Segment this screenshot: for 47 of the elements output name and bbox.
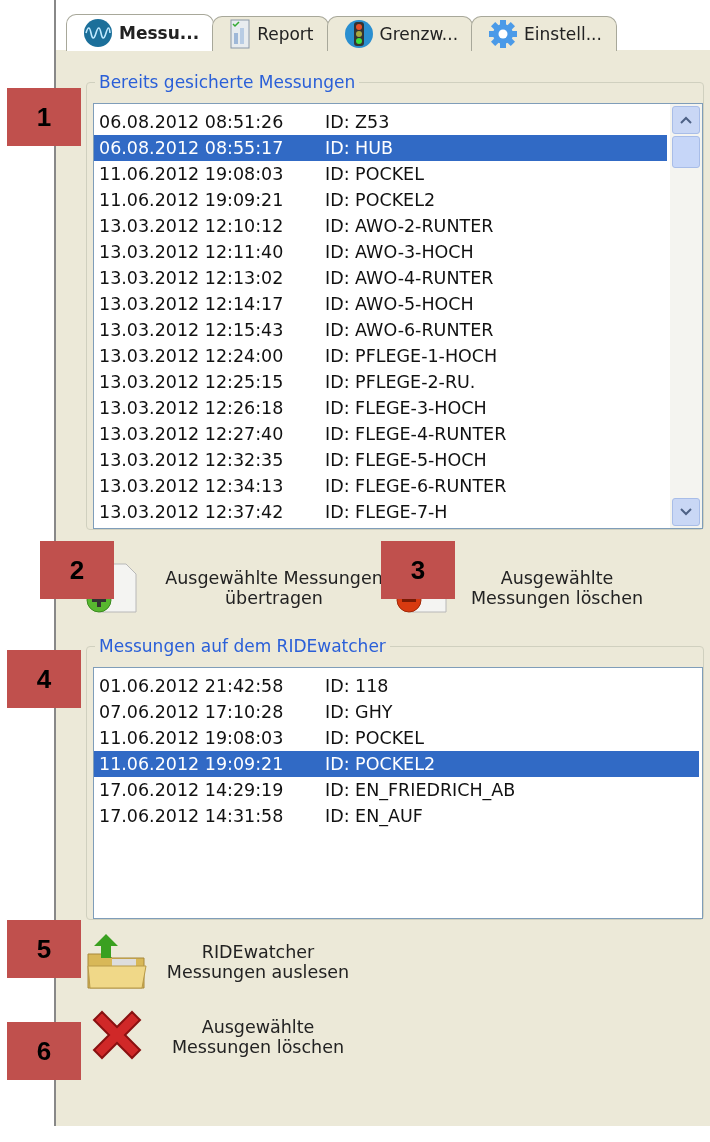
list-item[interactable]: 13.03.2012 12:25:15 ID: PFLEGE-2-RU. <box>94 369 667 395</box>
list-item[interactable]: 13.03.2012 12:34:13 ID: FLEGE-6-RUNTER <box>94 473 667 499</box>
chevron-down-icon <box>680 508 692 516</box>
scrollbar[interactable] <box>670 104 702 528</box>
folder-upload-icon <box>86 932 148 992</box>
scroll-thumb[interactable] <box>672 136 700 168</box>
list-item[interactable]: 01.06.2012 21:42:58 ID: 118 <box>94 673 699 699</box>
list-item[interactable]: 11.06.2012 19:08:03 ID: POCKEL <box>94 161 667 187</box>
wave-icon <box>83 18 113 48</box>
list-item[interactable]: 13.03.2012 12:37:42 ID: FLEGE-7-H <box>94 499 667 525</box>
traffic-light-icon <box>343 19 374 49</box>
list-item[interactable]: 17.06.2012 14:29:19 ID: EN_FRIEDRICH_AB <box>94 777 699 803</box>
list-item[interactable]: 13.03.2012 12:15:43 ID: AWO-6-RUNTER <box>94 317 667 343</box>
tab[interactable]: Grenzw... <box>326 16 474 51</box>
tab[interactable]: Report <box>212 16 329 51</box>
callout-tooltip: 3 <box>381 541 455 599</box>
callout-tooltip: 1 <box>7 88 81 146</box>
tab[interactable]: Einstell... <box>471 16 617 51</box>
list-item[interactable]: 11.06.2012 19:09:21 ID: POCKEL2 <box>94 187 667 213</box>
list-item[interactable]: 17.06.2012 14:31:58 ID: EN_AUF <box>94 803 699 829</box>
list-item[interactable]: 13.03.2012 12:10:12 ID: AWO-2-RUNTER <box>94 213 667 239</box>
document-icon <box>229 19 252 49</box>
callout-tooltip: 6 <box>7 1022 81 1080</box>
list-item[interactable]: 07.06.2012 17:10:28 ID: GHY <box>94 699 699 725</box>
list-item[interactable]: 13.03.2012 12:27:40 ID: FLEGE-4-RUNTER <box>94 421 667 447</box>
settings-icon <box>488 19 519 49</box>
list-item[interactable]: 13.03.2012 12:24:00 ID: PFLEGE-1-HOCH <box>94 343 667 369</box>
tab[interactable]: Messu... <box>66 14 215 51</box>
group-title: Bereits gesicherte Messungen <box>95 72 360 92</box>
list-item[interactable]: 11.06.2012 19:08:03 ID: POCKEL <box>94 725 699 751</box>
list-item[interactable]: 13.03.2012 12:14:17 ID: AWO-5-HOCH <box>94 291 667 317</box>
callout-tooltip: 5 <box>7 920 81 978</box>
callout-tooltip: 4 <box>7 650 81 708</box>
callout-tooltip: 2 <box>40 541 114 599</box>
list-item[interactable]: 13.03.2012 12:32:35 ID: FLEGE-5-HOCH <box>94 447 667 473</box>
list-item[interactable]: 13.03.2012 12:26:18 ID: FLEGE-3-HOCH <box>94 395 667 421</box>
list-item[interactable]: 06.08.2012 08:55:17 ID: HUB <box>94 135 667 161</box>
scroll-down-button[interactable] <box>672 498 700 526</box>
action-button[interactable]: Ausgewählte Messungen löschen <box>86 1006 704 1068</box>
scroll-up-button[interactable] <box>672 106 700 134</box>
list-item[interactable]: 06.08.2012 08:51:26 ID: Z53 <box>94 109 667 135</box>
chevron-up-icon <box>680 116 692 124</box>
group-title: Messungen auf dem RIDEwatcher <box>95 636 390 656</box>
list-item[interactable]: 11.06.2012 19:09:21 ID: POCKEL2 <box>94 751 699 777</box>
action-button[interactable]: RIDEwatcher Messungen auslesen <box>86 932 704 992</box>
list-item[interactable]: 13.03.2012 12:13:02 ID: AWO-4-RUNTER <box>94 265 667 291</box>
list-item[interactable]: 13.03.2012 12:11:40 ID: AWO-3-HOCH <box>94 239 667 265</box>
